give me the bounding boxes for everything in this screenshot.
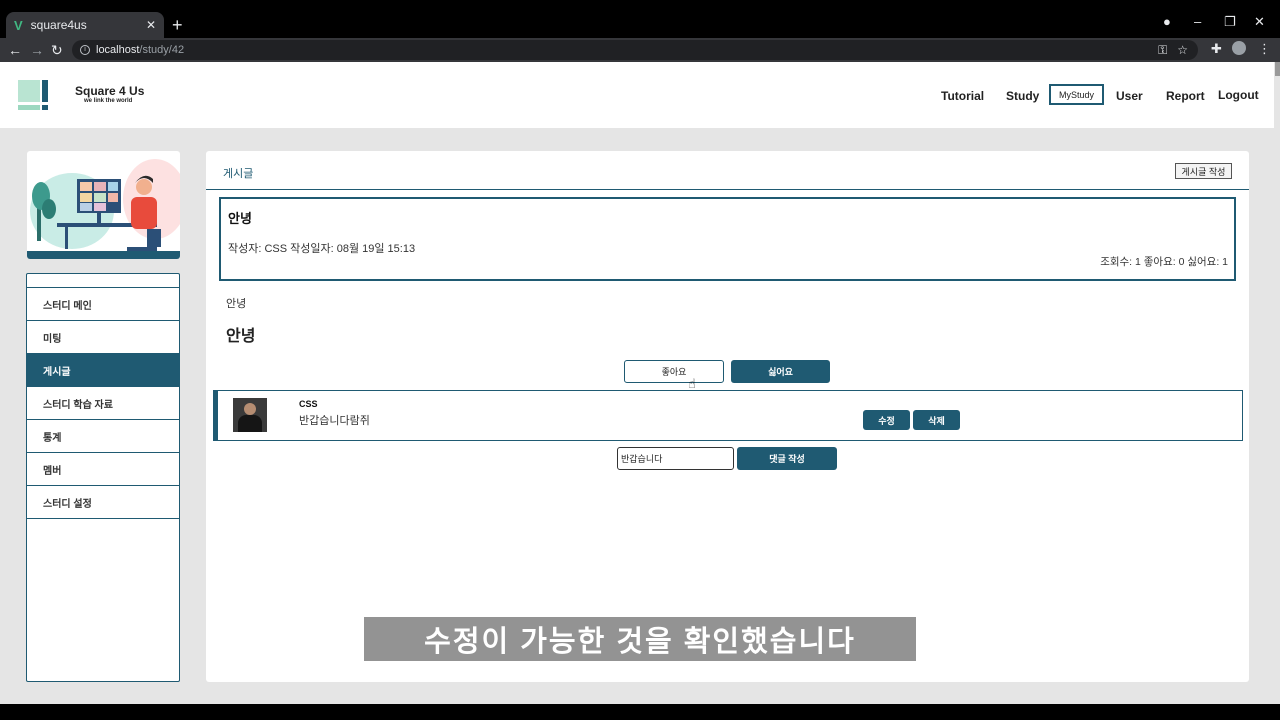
study-sidebar-menu: 스터디 메인 미팅 게시글 스터디 학습 자료 통계 멤버 스터디 설정 xyxy=(26,273,180,682)
edit-comment-button[interactable]: 수정 xyxy=(863,410,910,430)
comment-input[interactable] xyxy=(617,447,734,470)
restore-icon[interactable]: ❐ xyxy=(1224,14,1236,30)
dislike-button[interactable]: 싫어요 xyxy=(731,360,830,383)
submit-comment-button[interactable]: 댓글 작성 xyxy=(737,447,837,470)
new-tab-icon[interactable]: + xyxy=(172,16,183,34)
video-caption: 수정이 가능한 것을 확인했습니다 xyxy=(364,617,916,661)
url-host: localhost xyxy=(96,44,140,56)
bottom-strip xyxy=(0,704,1280,720)
url-path: /study/42 xyxy=(139,44,185,56)
nav-user[interactable]: User xyxy=(1116,89,1143,103)
brand-slogan: we link the world xyxy=(84,98,133,104)
vue-icon: V xyxy=(14,17,23,33)
sidebar-item-posts[interactable]: 게시글 xyxy=(27,353,179,386)
post-header-box: 안녕 작성자: CSS 작성일자: 08월 19일 15:13 조회수: 1 좋… xyxy=(219,197,1236,281)
divider xyxy=(206,189,1249,190)
profile-record-icon[interactable]: ● xyxy=(1163,14,1171,29)
menu-kebab-icon[interactable]: ⋮ xyxy=(1258,41,1271,57)
scrollbar-thumb[interactable] xyxy=(1275,62,1280,76)
nav-mystudy[interactable]: MyStudy xyxy=(1049,84,1104,105)
comment-item: CSS 반갑습니다람쥐 수정 삭제 xyxy=(213,390,1243,441)
extensions-icon[interactable]: ✚ xyxy=(1211,41,1222,57)
logo[interactable] xyxy=(18,80,48,110)
site-header: Square 4 Us we link the world Tutorial S… xyxy=(0,62,1274,128)
minimize-icon[interactable]: – xyxy=(1194,14,1201,29)
sidebar-item-meeting[interactable]: 미팅 xyxy=(27,320,179,353)
profile-avatar-icon[interactable] xyxy=(1232,41,1246,55)
post-content-heading: 안녕 xyxy=(226,328,256,345)
address-bar-area: ← → ↻ i localhost/study/42 ⚿ ☆ ✚ ⋮ xyxy=(0,38,1280,62)
sidebar-item-study-main[interactable]: 스터디 메인 xyxy=(27,287,179,320)
close-tab-icon[interactable]: ✕ xyxy=(146,18,156,32)
sidebar-item-members[interactable]: 멤버 xyxy=(27,452,179,485)
star-icon[interactable]: ☆ xyxy=(1177,43,1188,57)
forward-icon[interactable]: → xyxy=(30,42,44,58)
avatar xyxy=(233,398,267,432)
page-viewport: Square 4 Us we link the world Tutorial S… xyxy=(0,62,1274,704)
post-stats: 조회수: 1 좋아요: 0 싫어요: 1 xyxy=(1100,256,1228,268)
nav-logout[interactable]: Logout xyxy=(1218,88,1259,102)
comment-author: CSS xyxy=(299,399,318,409)
nav-report[interactable]: Report xyxy=(1166,89,1205,103)
browser-tab[interactable]: V square4us ✕ xyxy=(6,12,164,38)
sidebar-item-settings[interactable]: 스터디 설정 xyxy=(27,485,179,519)
nav-study[interactable]: Study xyxy=(1006,89,1039,103)
tab-title: square4us xyxy=(30,18,87,32)
sidebar-item-materials[interactable]: 스터디 학습 자료 xyxy=(27,386,179,419)
back-icon[interactable]: ← xyxy=(8,42,22,58)
brand-name: Square 4 Us xyxy=(75,84,145,98)
window-close-icon[interactable]: ✕ xyxy=(1254,14,1265,30)
nav-tutorial[interactable]: Tutorial xyxy=(941,89,984,103)
scrollbar-track[interactable] xyxy=(1274,62,1280,704)
comment-text: 반갑습니다람쥐 xyxy=(299,415,370,427)
key-icon[interactable]: ⚿ xyxy=(1158,43,1167,58)
url-field[interactable]: i localhost/study/42 ⚿ ☆ xyxy=(72,40,1198,60)
write-post-button[interactable]: 게시글 작성 xyxy=(1175,163,1232,179)
site-info-icon[interactable]: i xyxy=(80,45,90,55)
post-meta: 작성자: CSS 작성일자: 08월 19일 15:13 xyxy=(228,243,416,255)
browser-tabbar: V square4us ✕ + ● – ❐ ✕ xyxy=(0,0,1280,38)
study-illustration xyxy=(27,151,180,259)
like-button[interactable]: 좋아요 xyxy=(624,360,724,383)
page-title: 게시글 xyxy=(223,168,254,180)
post-panel: 게시글 게시글 작성 안녕 작성자: CSS 작성일자: 08월 19일 15:… xyxy=(206,151,1249,682)
delete-comment-button[interactable]: 삭제 xyxy=(913,410,960,430)
sidebar-item-statistics[interactable]: 통계 xyxy=(27,419,179,452)
post-title: 안녕 xyxy=(228,211,252,226)
reload-icon[interactable]: ↻ xyxy=(51,42,63,58)
post-content-line: 안녕 xyxy=(226,298,247,310)
